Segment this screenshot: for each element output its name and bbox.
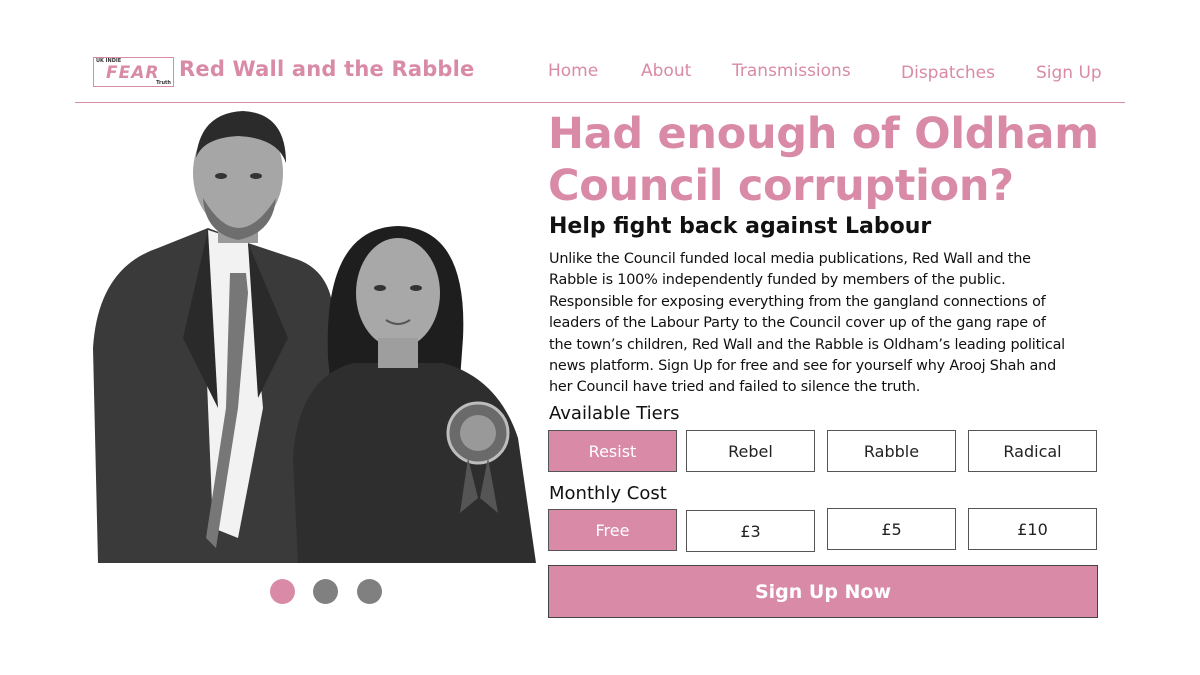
cost-option-5[interactable]: £5 <box>827 508 956 550</box>
carousel-dot-2[interactable] <box>313 579 338 604</box>
intro-line: news platform. Sign Up for free and see … <box>549 358 1057 375</box>
intro-line: leaders of the Labour Party to the Counc… <box>549 315 1046 332</box>
cost-option-10[interactable]: £10 <box>968 508 1097 550</box>
tier-option-radical[interactable]: Radical <box>968 430 1097 472</box>
site-title[interactable]: Red Wall and the Rabble <box>179 57 475 81</box>
sign-up-now-button[interactable]: Sign Up Now <box>548 565 1098 618</box>
nav-home[interactable]: Home <box>548 61 598 81</box>
intro-line: Unlike the Council funded local media pu… <box>549 251 1031 267</box>
carousel-dot-1[interactable] <box>270 579 295 604</box>
nav-dispatches[interactable]: Dispatches <box>901 63 995 83</box>
cost-label: Monthly Cost <box>549 483 667 504</box>
header-divider <box>75 102 1125 103</box>
nav-sign-up[interactable]: Sign Up <box>1036 63 1102 83</box>
cost-option-3[interactable]: £3 <box>686 510 815 552</box>
hero-photo <box>88 108 540 570</box>
headline-line-1: Had enough of Oldham <box>548 109 1099 159</box>
logo-word: FEAR <box>106 63 160 83</box>
intro-line: Responsible for exposing everything from… <box>549 293 1046 310</box>
subheading: Help fight back against Labour <box>549 214 932 239</box>
cost-option-free[interactable]: Free <box>548 509 677 551</box>
tier-option-resist[interactable]: Resist <box>548 430 677 472</box>
intro-text: Unlike the Council funded local media pu… <box>549 249 1114 399</box>
intro-line: the town’s children, Red Wall and the Ra… <box>549 336 1065 353</box>
nav-about[interactable]: About <box>641 61 691 81</box>
nav-transmissions[interactable]: Transmissions <box>732 61 851 81</box>
intro-line: Rabble is 100% independently funded by m… <box>549 272 1006 289</box>
page-headline: Had enough of Oldham Council corruption? <box>548 108 1148 212</box>
carousel-dot-3[interactable] <box>357 579 382 604</box>
headline-line-2: Council corruption? <box>548 161 1014 211</box>
hero-photo-illustration <box>93 111 536 563</box>
tier-option-rabble[interactable]: Rabble <box>827 430 956 472</box>
intro-line: her Council have tried and failed to sil… <box>549 379 921 396</box>
logo-bottom-text: Truth <box>156 80 171 86</box>
logo[interactable]: UK INDIE FEAR Truth <box>93 57 174 87</box>
tiers-label: Available Tiers <box>549 403 680 424</box>
tier-option-rebel[interactable]: Rebel <box>686 430 815 472</box>
